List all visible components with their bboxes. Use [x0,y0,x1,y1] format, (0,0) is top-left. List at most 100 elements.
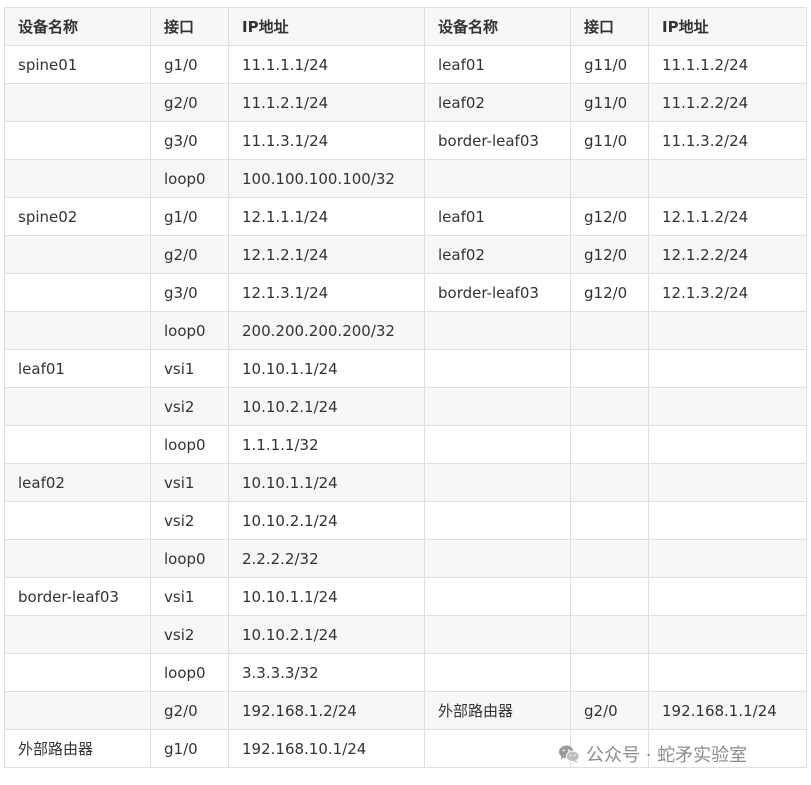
device-name-cell [4,235,151,274]
device-name-cell: leaf01 [4,349,151,388]
device-name-cell [4,653,151,692]
peer-ip-address-cell: 12.1.1.2/24 [648,197,807,236]
peer-device-name-cell: leaf02 [424,235,571,274]
table-row: g3/0 12.1.3.1/24 border-leaf03 g12/0 12.1.3.… [4,273,807,312]
device-name-cell [4,615,151,654]
interface-cell: loop0 [150,311,229,350]
peer-device-name-cell [424,501,571,540]
ip-address-cell: 3.3.3.3/32 [228,653,425,692]
interface-cell: g3/0 [150,273,229,312]
ip-address-cell: 11.1.3.1/24 [228,121,425,160]
device-name-cell: spine01 [4,45,151,84]
interface-cell: g1/0 [150,45,229,84]
peer-device-name-cell: leaf02 [424,83,571,122]
peer-ip-address-cell: 11.1.1.2/24 [648,45,807,84]
peer-device-name-cell [424,539,571,578]
peer-interface-cell [570,463,649,502]
peer-interface-cell [570,425,649,464]
device-name-cell [4,121,151,160]
table-row: vsi2 10.10.2.1/24 [4,501,807,540]
peer-ip-address-cell: 11.1.2.2/24 [648,83,807,122]
device-name-cell: 外部路由器 [4,729,151,768]
col-header-interface: 接口 [150,7,229,46]
device-name-cell [4,539,151,578]
peer-device-name-cell: leaf01 [424,45,571,84]
peer-device-name-cell: border-leaf03 [424,121,571,160]
peer-ip-address-cell [648,653,807,692]
peer-device-name-cell: 外部路由器 [424,691,571,730]
device-name-cell: spine02 [4,197,151,236]
interface-cell: g2/0 [150,235,229,274]
table-row: leaf01 vsi1 10.10.1.1/24 [4,349,807,388]
col-header-peer-interface: 接口 [570,7,649,46]
table-row: loop0 2.2.2.2/32 [4,539,807,578]
device-name-cell [4,387,151,426]
peer-ip-address-cell: 12.1.3.2/24 [648,273,807,312]
peer-device-name-cell [424,387,571,426]
ip-address-cell: 10.10.1.1/24 [228,349,425,388]
peer-interface-cell: g12/0 [570,197,649,236]
peer-interface-cell [570,539,649,578]
device-name-cell [4,273,151,312]
peer-ip-address-cell: 11.1.3.2/24 [648,121,807,160]
peer-interface-cell: g11/0 [570,121,649,160]
device-name-cell [4,425,151,464]
interface-cell: g1/0 [150,729,229,768]
interface-cell: vsi2 [150,501,229,540]
interface-cell: g2/0 [150,691,229,730]
ip-address-cell: 11.1.2.1/24 [228,83,425,122]
ip-address-cell: 10.10.1.1/24 [228,577,425,616]
table-row: g2/0 12.1.2.1/24 leaf02 g12/0 12.1.2.2/24 [4,235,807,274]
table-header-row: 设备名称 接口 IP地址 设备名称 接口 IP地址 [4,7,807,46]
peer-device-name-cell [424,159,571,198]
ip-address-cell: 11.1.1.1/24 [228,45,425,84]
peer-device-name-cell [424,653,571,692]
peer-device-name-cell [424,349,571,388]
table-row: spine01 g1/0 11.1.1.1/24 leaf01 g11/0 11.1.1.… [4,45,807,84]
table-row: loop0 3.3.3.3/32 [4,653,807,692]
peer-interface-cell: g11/0 [570,45,649,84]
table-row: g3/0 11.1.3.1/24 border-leaf03 g11/0 11.1.3.… [4,121,807,160]
interface-cell: loop0 [150,159,229,198]
peer-device-name-cell [424,615,571,654]
peer-device-name-cell: border-leaf03 [424,273,571,312]
table-body: spine01 g1/0 11.1.1.1/24 leaf01 g11/0 11.1.1.… [4,45,807,768]
peer-interface-cell [570,349,649,388]
device-name-cell [4,159,151,198]
device-name-cell [4,311,151,350]
table-row: leaf02 vsi1 10.10.1.1/24 [4,463,807,502]
device-name-cell: border-leaf03 [4,577,151,616]
interface-cell: loop0 [150,539,229,578]
ip-address-cell: 12.1.3.1/24 [228,273,425,312]
ip-address-cell: 192.168.10.1/24 [228,729,425,768]
peer-interface-cell: g2/0 [570,691,649,730]
table-row: vsi2 10.10.2.1/24 [4,387,807,426]
ip-address-cell: 10.10.2.1/24 [228,501,425,540]
interface-cell: g2/0 [150,83,229,122]
ip-address-cell: 10.10.2.1/24 [228,615,425,654]
interface-cell: loop0 [150,425,229,464]
device-name-cell [4,83,151,122]
table-row: g2/0 11.1.2.1/24 leaf02 g11/0 11.1.2.2/24 [4,83,807,122]
peer-interface-cell [570,615,649,654]
interface-cell: vsi1 [150,349,229,388]
peer-ip-address-cell [648,463,807,502]
peer-ip-address-cell [648,615,807,654]
watermark-text: 公众号 · 蛇矛实验室 [586,745,748,766]
table-row: loop0 1.1.1.1/32 [4,425,807,464]
ip-address-cell: 100.100.100.100/32 [228,159,425,198]
peer-device-name-cell [424,463,571,502]
wechat-icon [558,744,580,764]
table-row: vsi2 10.10.2.1/24 [4,615,807,654]
peer-device-name-cell [424,577,571,616]
device-name-cell [4,691,151,730]
peer-ip-address-cell [648,387,807,426]
peer-ip-address-cell: 192.168.1.1/24 [648,691,807,730]
ip-address-cell: 200.200.200.200/32 [228,311,425,350]
peer-ip-address-cell [648,425,807,464]
col-header-peer-device-name: 设备名称 [424,7,571,46]
interface-cell: vsi1 [150,577,229,616]
interface-cell: loop0 [150,653,229,692]
table-row: g2/0 192.168.1.2/24 外部路由器 g2/0 192.168.1.1/2… [4,691,807,730]
peer-interface-cell [570,577,649,616]
